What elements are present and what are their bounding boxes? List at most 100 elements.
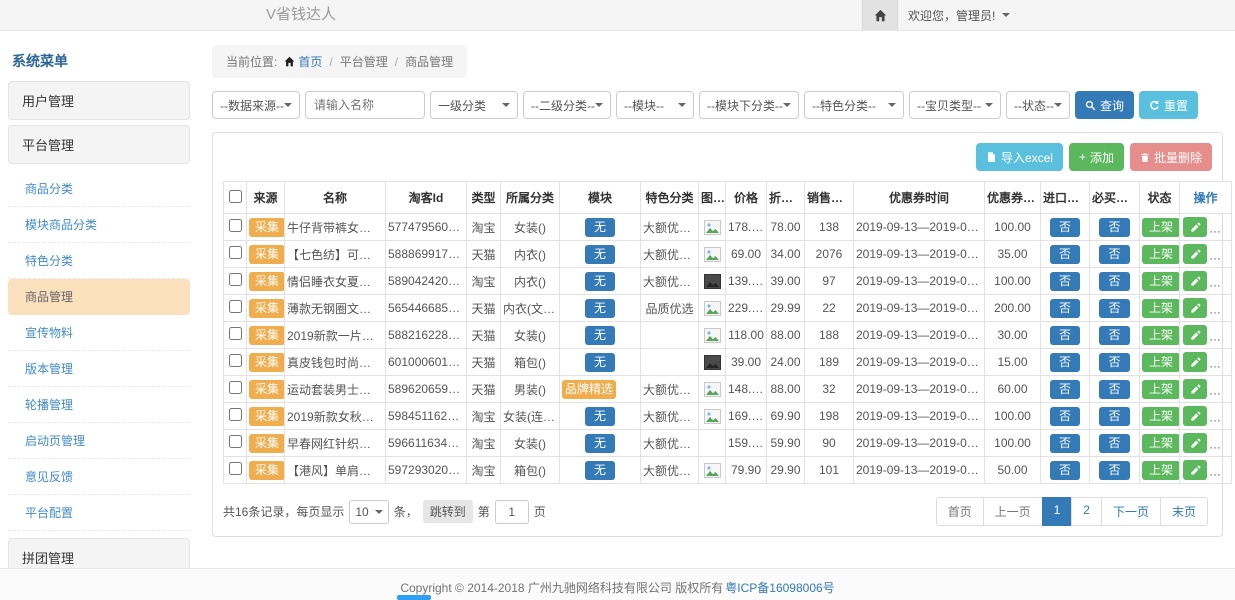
import-choice-badge[interactable]: 否 <box>1050 218 1080 237</box>
cell-icon <box>699 376 726 403</box>
row-checkbox[interactable] <box>229 219 242 232</box>
edit-button[interactable] <box>1183 460 1207 480</box>
status-badge[interactable]: 上架 <box>1142 299 1180 318</box>
filter-select-level1-category[interactable]: 一级分类 <box>430 91 518 119</box>
jump-button[interactable]: 跳转到 <box>423 500 473 523</box>
row-checkbox[interactable] <box>229 246 242 259</box>
breadcrumb-home-link[interactable]: 首页 <box>284 53 322 70</box>
edit-button[interactable] <box>1183 379 1207 399</box>
import-choice-badge[interactable]: 否 <box>1050 245 1080 264</box>
must-buy-badge[interactable]: 否 <box>1099 461 1129 480</box>
import-excel-button[interactable]: 导入excel <box>976 143 1063 171</box>
sidebar-item-users[interactable]: 用户管理 <box>8 81 190 120</box>
must-buy-badge[interactable]: 否 <box>1099 353 1129 372</box>
row-checkbox[interactable] <box>229 462 242 475</box>
page-number-input[interactable] <box>495 500 529 524</box>
pager-page-2[interactable]: 2 <box>1071 497 1102 526</box>
user-menu[interactable]: 欢迎您，管理员! <box>908 0 1010 30</box>
pager-last[interactable]: 末页 <box>1160 497 1208 526</box>
must-buy-badge[interactable]: 否 <box>1099 245 1129 264</box>
filter-select-featured-category[interactable]: --特色分类-- <box>804 91 904 119</box>
filter-select-level2-category[interactable]: --二级分类-- <box>523 91 611 119</box>
sidebar-subitem-module-product-categories[interactable]: 模块商品分类 <box>8 207 190 243</box>
row-checkbox[interactable] <box>229 435 242 448</box>
scrollbar-thumb[interactable] <box>397 595 431 600</box>
import-choice-badge[interactable]: 否 <box>1050 299 1080 318</box>
status-badge[interactable]: 上架 <box>1142 353 1180 372</box>
edit-button[interactable] <box>1183 271 1207 291</box>
row-checkbox[interactable] <box>229 273 242 286</box>
sidebar-subitem-splash-page-management[interactable]: 启动页管理 <box>8 423 190 459</box>
search-name-input[interactable] <box>305 91 425 119</box>
batch-delete-button[interactable]: 批量删除 <box>1130 143 1212 171</box>
import-choice-badge[interactable]: 否 <box>1050 434 1080 453</box>
col-actions: 操作 <box>1180 182 1232 214</box>
search-icon <box>1085 100 1096 111</box>
filter-select-module-subcategory[interactable]: --模块下分类-- <box>699 91 799 119</box>
import-choice-badge[interactable]: 否 <box>1050 353 1080 372</box>
pager-page-1[interactable]: 1 <box>1042 497 1073 526</box>
edit-button[interactable] <box>1183 352 1207 372</box>
must-buy-badge[interactable]: 否 <box>1099 272 1129 291</box>
home-button[interactable] <box>862 0 898 30</box>
row-checkbox[interactable] <box>229 327 242 340</box>
status-badge[interactable]: 上架 <box>1142 272 1180 291</box>
search-button[interactable]: 查询 <box>1075 91 1134 119</box>
must-buy-badge[interactable]: 否 <box>1099 380 1129 399</box>
row-checkbox[interactable] <box>229 408 242 421</box>
must-buy-badge[interactable]: 否 <box>1099 326 1129 345</box>
row-checkbox[interactable] <box>229 354 242 367</box>
page-size-select[interactable]: 10 <box>349 500 388 524</box>
import-choice-badge[interactable]: 否 <box>1050 407 1080 426</box>
sidebar-item-group-buy[interactable]: 拼团管理 <box>8 538 190 568</box>
status-badge[interactable]: 上架 <box>1142 407 1180 426</box>
sidebar-subitem-version-management[interactable]: 版本管理 <box>8 351 190 387</box>
sidebar-subitem-promo-materials[interactable]: 宣传物料 <box>8 315 190 351</box>
edit-button[interactable] <box>1183 298 1207 318</box>
row-checkbox[interactable] <box>229 381 242 394</box>
filter-select-module[interactable]: --模块-- <box>616 91 694 119</box>
sidebar-subitem-carousel-management[interactable]: 轮播管理 <box>8 387 190 423</box>
status-badge[interactable]: 上架 <box>1142 434 1180 453</box>
col-type: 类型 <box>467 182 501 214</box>
sidebar-subitem-feedback[interactable]: 意见反馈 <box>8 459 190 495</box>
chevron-down-icon <box>1002 13 1010 17</box>
edit-button[interactable] <box>1183 217 1207 237</box>
must-buy-badge[interactable]: 否 <box>1099 299 1129 318</box>
edit-button[interactable] <box>1183 244 1207 264</box>
module-badge: 无 <box>585 353 615 372</box>
status-badge[interactable]: 上架 <box>1142 245 1180 264</box>
pager-first[interactable]: 首页 <box>936 497 984 526</box>
sidebar-subitem-featured-categories[interactable]: 特色分类 <box>8 243 190 279</box>
edit-button[interactable] <box>1183 433 1207 453</box>
icp-link[interactable]: 粤ICP备16098006号 <box>725 579 834 596</box>
select-all-checkbox[interactable] <box>229 190 242 203</box>
edit-button[interactable] <box>1183 325 1207 345</box>
import-choice-badge[interactable]: 否 <box>1050 380 1080 399</box>
filter-select-data-source[interactable]: --数据来源-- <box>212 91 300 119</box>
reset-button[interactable]: 重置 <box>1139 91 1198 119</box>
pager-prev[interactable]: 上一页 <box>983 497 1043 526</box>
cell-coupon-amount: 200.00 <box>985 295 1041 322</box>
sidebar-subitem-product-categories[interactable]: 商品分类 <box>8 171 190 207</box>
must-buy-badge[interactable]: 否 <box>1099 218 1129 237</box>
sidebar-item-platform[interactable]: 平台管理 <box>8 125 190 164</box>
edit-button[interactable] <box>1183 406 1207 426</box>
product-image-icon <box>704 382 721 397</box>
pager-next[interactable]: 下一页 <box>1101 497 1161 526</box>
sidebar-subitem-platform-config[interactable]: 平台配置 <box>8 495 190 531</box>
filter-select-status[interactable]: --状态-- <box>1006 91 1070 119</box>
status-badge[interactable]: 上架 <box>1142 326 1180 345</box>
must-buy-badge[interactable]: 否 <box>1099 407 1129 426</box>
import-choice-badge[interactable]: 否 <box>1050 326 1080 345</box>
import-choice-badge[interactable]: 否 <box>1050 461 1080 480</box>
add-button[interactable]: + 添加 <box>1069 143 1124 171</box>
row-checkbox[interactable] <box>229 300 242 313</box>
import-choice-badge[interactable]: 否 <box>1050 272 1080 291</box>
filter-select-item-type[interactable]: --宝贝类型-- <box>909 91 1001 119</box>
sidebar-subitem-product-management[interactable]: 商品管理 <box>8 279 190 315</box>
status-badge[interactable]: 上架 <box>1142 218 1180 237</box>
status-badge[interactable]: 上架 <box>1142 461 1180 480</box>
status-badge[interactable]: 上架 <box>1142 380 1180 399</box>
must-buy-badge[interactable]: 否 <box>1099 434 1129 453</box>
